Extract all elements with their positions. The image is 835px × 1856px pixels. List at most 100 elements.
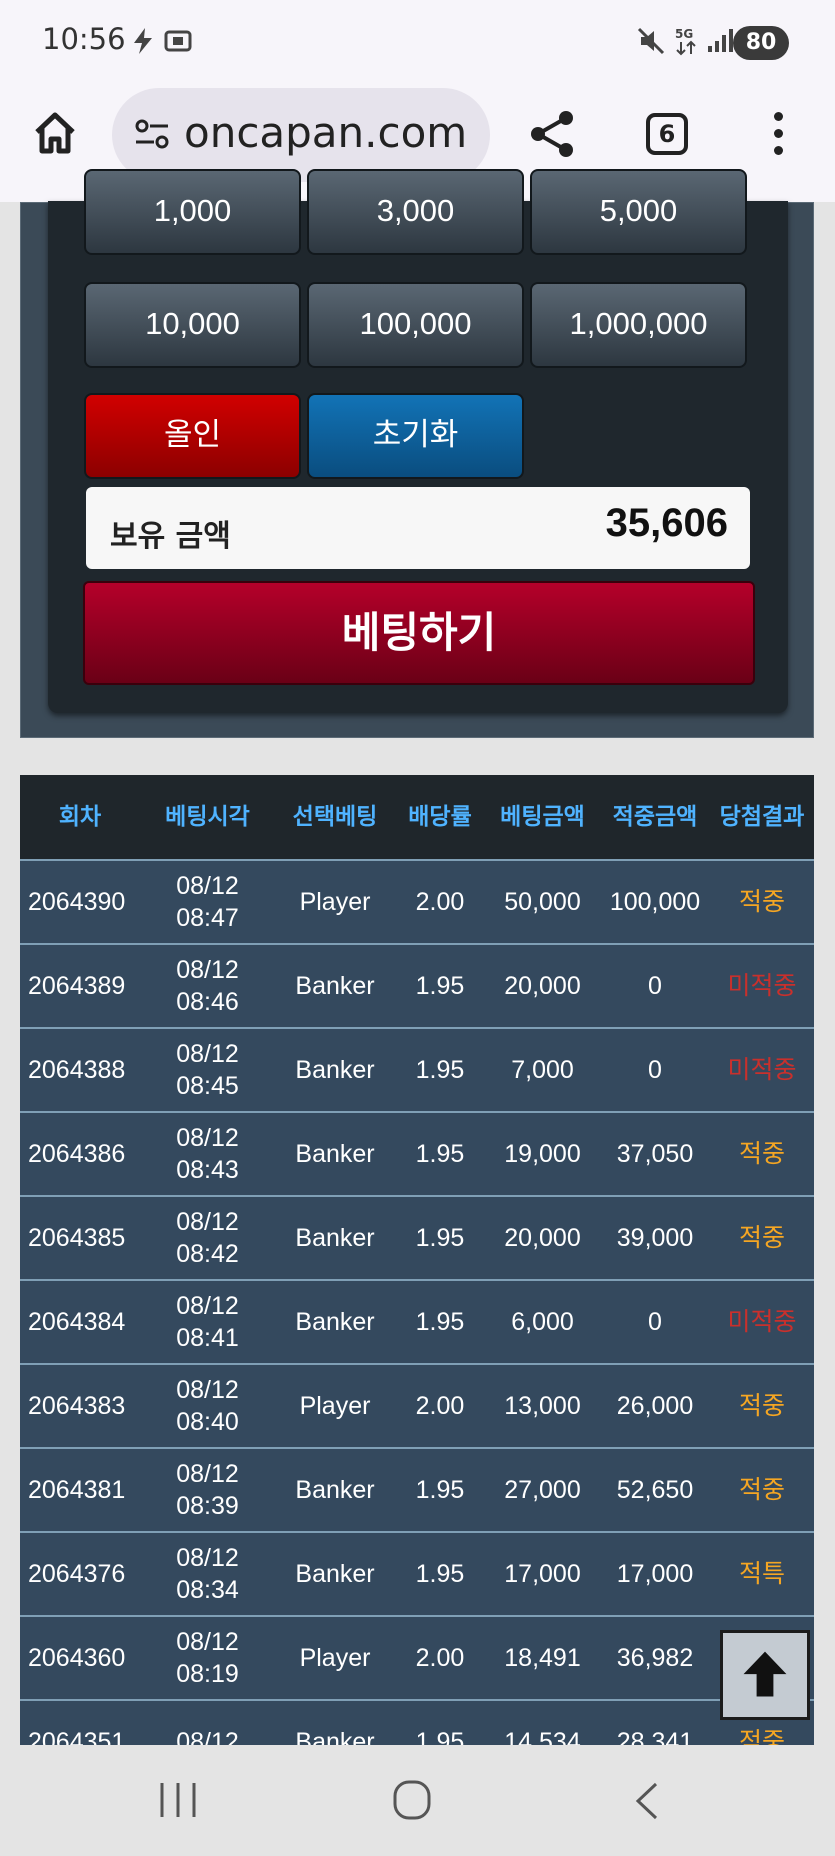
table-row: 2064381 08/12 08:39 Banker 1.95 27,000 52,650 적…: [20, 1447, 814, 1531]
cell-result: 적중: [738, 1391, 785, 1420]
charging-bolt-icon: [134, 28, 152, 54]
cell-pick: Banker: [295, 1475, 375, 1504]
cell-result: 미적중: [727, 1307, 797, 1336]
table-row: 2064390 08/12 08:47 Player 2.00 50,000 100,000…: [20, 859, 814, 943]
cell-bet-amount: 50,000: [504, 887, 581, 916]
cell-round: 2064386: [28, 1139, 126, 1168]
cell-bet-amount: 6,000: [511, 1307, 574, 1336]
cell-odds: 1.95: [415, 1559, 465, 1588]
cell-bet-time: 08/12 08:19: [140, 1617, 275, 1699]
bet-date: 08/12: [176, 1727, 239, 1745]
cell-payout: 39,000: [616, 1223, 694, 1252]
cell-bet-amount: 18,491: [504, 1643, 581, 1672]
chip-100000-button[interactable]: 100,000: [307, 282, 524, 368]
bet-date: 08/12: [176, 1123, 239, 1152]
bet-date: 08/12: [176, 1291, 239, 1320]
chip-5000-button[interactable]: 5,000: [530, 169, 747, 255]
col-bet-time-header: 베팅시각: [165, 803, 250, 830]
col-odds-header: 배당률: [408, 803, 472, 830]
cell-round: 2064381: [28, 1475, 126, 1504]
share-icon[interactable]: [528, 108, 576, 160]
cell-odds: 1.95: [415, 1139, 465, 1168]
cell-round: 2064390: [28, 887, 126, 916]
cell-pick: Banker: [295, 1727, 375, 1745]
col-result-header: 당첨결과: [719, 803, 805, 830]
tab-switcher-button[interactable]: 6: [646, 113, 688, 155]
battery-indicator: 80: [733, 26, 789, 60]
table-row: 2064389 08/12 08:46 Banker 1.95 20,000 0 미적중: [20, 943, 814, 1027]
cell-round: 2064385: [28, 1223, 126, 1252]
site-settings-icon[interactable]: [132, 114, 172, 154]
cell-payout: 52,650: [616, 1475, 694, 1504]
chip-3000-button[interactable]: 3,000: [307, 169, 524, 255]
cell-bet-time: 08/12 08:39: [140, 1449, 275, 1531]
cell-bet-amount: 17,000: [504, 1559, 581, 1588]
svg-text:5G: 5G: [675, 27, 693, 41]
bet-date: 08/12: [176, 871, 239, 900]
cell-bet-time: 08/12 08:45: [140, 1029, 275, 1111]
cell-bet-time: 08/12 08:43: [140, 1113, 275, 1195]
bet-panel-inner: 1,000 3,000 5,000 10,000 100,000 1,000,0…: [48, 169, 788, 713]
home-nav-icon[interactable]: [392, 1779, 432, 1821]
cell-odds: 1.95: [415, 1475, 465, 1504]
status-time: 10:56: [42, 22, 126, 56]
system-nav-bar: [0, 1745, 835, 1856]
cell-payout: 0: [648, 971, 662, 1000]
cell-bet-amount: 20,000: [504, 971, 581, 1000]
cell-bet-time: 08/12 08:46: [140, 945, 275, 1027]
table-header-row: 회차 베팅시각 선택베팅 배당률 베팅금액 적중금액 당첨결과: [20, 775, 814, 859]
place-bet-button[interactable]: 베팅하기: [83, 581, 755, 685]
chip-10000-button[interactable]: 10,000: [84, 282, 301, 368]
back-icon[interactable]: [632, 1781, 662, 1821]
bet-date: 08/12: [176, 1459, 239, 1488]
col-round-header: 회차: [58, 803, 102, 830]
bet-clock-time: 08:39: [176, 1492, 239, 1520]
address-bar[interactable]: oncapan.com: [112, 88, 490, 182]
cell-result: 미적중: [727, 971, 797, 1000]
balance-label: 보유 금액: [110, 519, 231, 554]
bet-clock-time: 08:41: [176, 1324, 239, 1352]
cell-pick: Banker: [295, 1307, 375, 1336]
cell-pick: Player: [299, 1643, 371, 1672]
bet-date: 08/12: [176, 1039, 239, 1068]
cell-result: 미적중: [727, 1055, 797, 1084]
cell-pick: Banker: [295, 1139, 375, 1168]
recent-apps-icon[interactable]: [156, 1781, 200, 1819]
cell-bet-time: 08/12 08:42: [140, 1197, 275, 1279]
cell-round: 2064389: [28, 971, 126, 1000]
cell-bet-time: 08/12 08:34: [140, 1533, 275, 1615]
home-icon[interactable]: [32, 110, 78, 156]
cell-payout: 26,000: [616, 1391, 694, 1420]
signal-icon: [708, 29, 733, 52]
cell-payout: 0: [648, 1055, 662, 1084]
cell-pick: Banker: [295, 1055, 375, 1084]
cell-odds: 1.95: [415, 1055, 465, 1084]
chip-1000-button[interactable]: 1,000: [84, 169, 301, 255]
table-row: 2064385 08/12 08:42 Banker 1.95 20,000 39,000 적…: [20, 1195, 814, 1279]
cell-odds: 1.95: [415, 1223, 465, 1252]
cell-bet-amount: 20,000: [504, 1223, 581, 1252]
scroll-to-top-button[interactable]: [720, 1630, 810, 1720]
cell-odds: 2.00: [415, 1643, 465, 1672]
bet-date: 08/12: [176, 1375, 239, 1404]
table-row: 2064386 08/12 08:43 Banker 1.95 19,000 37,050 적…: [20, 1111, 814, 1195]
cell-result: 적중: [738, 1223, 785, 1252]
screenshot-icon: [164, 30, 192, 52]
cell-payout: 100,000: [609, 887, 701, 916]
cell-bet-time: 08/12 08:40: [140, 1365, 275, 1447]
cell-payout: 17,000: [616, 1559, 694, 1588]
all-in-button[interactable]: 올인: [84, 393, 301, 479]
more-menu-icon[interactable]: [766, 112, 790, 160]
cell-round: 2064384: [28, 1307, 126, 1336]
cell-pick: Player: [299, 887, 371, 916]
cell-bet-time: 08/12: [140, 1701, 275, 1745]
status-bar: 10:56 5G 80: [0, 0, 835, 86]
bet-panel: 1,000 3,000 5,000 10,000 100,000 1,000,0…: [20, 169, 814, 738]
cell-bet-amount: 19,000: [504, 1139, 581, 1168]
cell-odds: 1.95: [415, 1307, 465, 1336]
chip-1000000-button[interactable]: 1,000,000: [530, 282, 747, 368]
cell-bet-amount: 13,000: [504, 1391, 581, 1420]
reset-button[interactable]: 초기화: [307, 393, 524, 479]
cell-bet-amount: 14,534: [504, 1727, 581, 1745]
cell-round: 2064360: [28, 1643, 126, 1672]
